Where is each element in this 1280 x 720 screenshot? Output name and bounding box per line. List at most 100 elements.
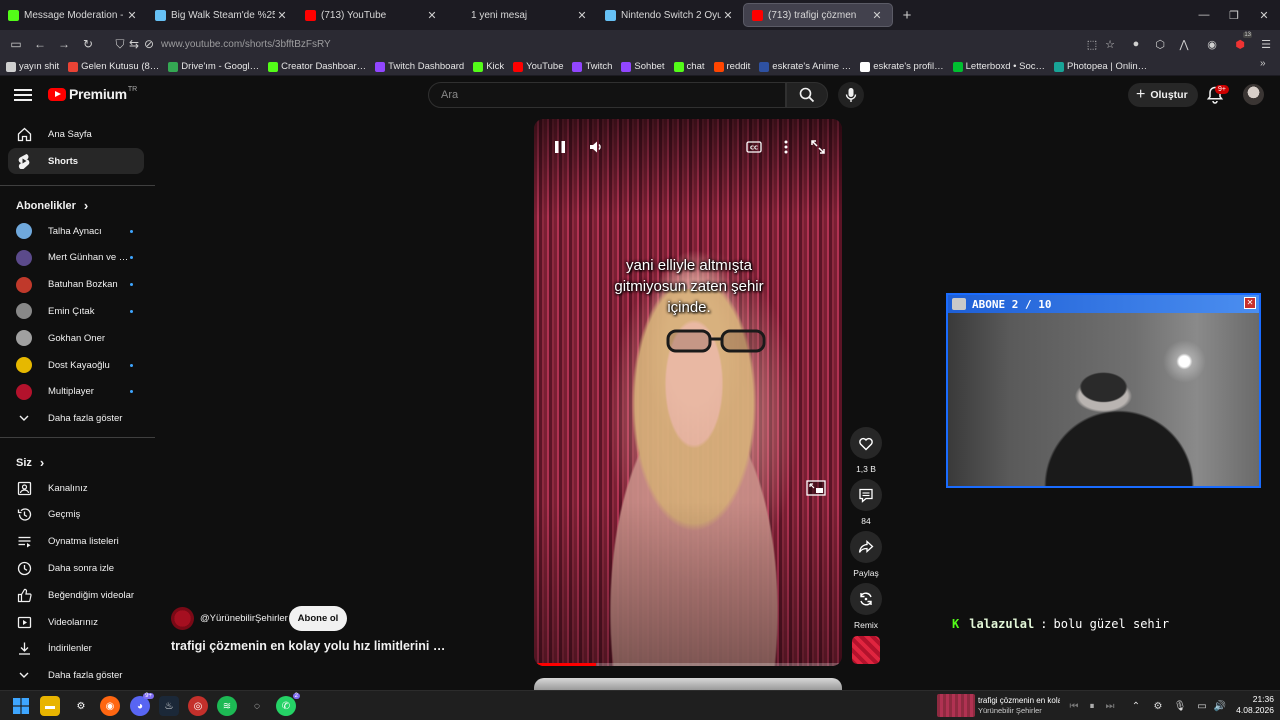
url-bar[interactable]: ⛉ ⇆ ⊘ www.youtube.com/shorts/3bfftBzFsRY: [105, 33, 1075, 55]
obs-icon[interactable]: ◎: [188, 696, 208, 716]
network-icon[interactable]: ▭: [1194, 698, 1210, 714]
kick-extension-icon[interactable]: ⋀: [1172, 32, 1196, 56]
tab-close-icon[interactable]: ✕: [125, 9, 139, 22]
menu-icon[interactable]: ☰: [1254, 32, 1278, 56]
channel-name[interactable]: @YürünebilirŞehirler: [200, 613, 288, 624]
spotify-icon[interactable]: ≋: [217, 696, 237, 716]
extension-icon[interactable]: ●: [1124, 32, 1148, 56]
browser-tab[interactable]: Nintendo Switch 2 Oyun ✕: [597, 0, 743, 30]
ublock-icon[interactable]: ⬢ 13: [1228, 32, 1252, 56]
share-button[interactable]: [850, 531, 882, 563]
maximize-button[interactable]: ❐: [1218, 0, 1250, 30]
channel-avatar[interactable]: [171, 607, 194, 630]
subscriptions-header[interactable]: Abonelikler ›: [16, 198, 88, 213]
remix-button[interactable]: [850, 583, 882, 615]
media-pause-icon[interactable]: ⏸: [1084, 698, 1100, 714]
bookmark-item[interactable]: eskrate's Anime …: [759, 61, 851, 72]
share-action[interactable]: Paylaş: [850, 531, 882, 578]
search-button[interactable]: [786, 82, 828, 108]
fullscreen-button[interactable]: [806, 135, 830, 159]
sidebar-item-channel[interactable]: Kanalınız: [8, 475, 144, 501]
volume-button[interactable]: [584, 135, 608, 159]
sidebar-item-shorts[interactable]: Shorts: [8, 148, 144, 174]
bookmark-item[interactable]: Twitch Dashboard: [375, 61, 464, 72]
bookmark-item[interactable]: Gelen Kutusu (8…: [68, 61, 159, 72]
profile-icon[interactable]: ◉: [1200, 32, 1224, 56]
menu-icon[interactable]: [14, 86, 32, 102]
discord-icon[interactable]: ◕ 9+: [130, 693, 154, 716]
sidebar-item-your-videos[interactable]: Videolarınız: [8, 609, 144, 635]
tab-close-icon[interactable]: ✕: [870, 9, 884, 22]
shorts-player[interactable]: yani elliyle altmışta gitmiyosun zaten ş…: [534, 119, 842, 666]
sidebar-subscription[interactable]: Mert Günhan ve …: [8, 245, 144, 271]
sidebar-item-history[interactable]: Geçmiş: [8, 502, 144, 528]
like-action[interactable]: 1,3 B: [850, 427, 882, 474]
show-more-you[interactable]: Daha fazla göster: [8, 662, 144, 688]
search-input[interactable]: Ara: [428, 82, 786, 108]
permissions-icon[interactable]: ⇆: [127, 32, 141, 56]
extensions-icon[interactable]: ⬡: [1148, 32, 1172, 56]
bookmark-item[interactable]: Creator Dashboar…: [268, 61, 366, 72]
back-icon[interactable]: ←: [28, 32, 52, 56]
shield-icon[interactable]: ⛉: [113, 32, 127, 56]
bookmark-star-icon[interactable]: ☆: [1098, 32, 1122, 56]
video-title[interactable]: trafigi çözmenin en kolay yolu hız limit…: [171, 639, 445, 653]
bookmark-item[interactable]: chat: [673, 61, 705, 72]
sound-thumbnail[interactable]: [852, 636, 880, 664]
sidebar-item-liked[interactable]: Beğendiğim videolar: [8, 582, 144, 608]
you-header[interactable]: Siz ›: [16, 455, 44, 470]
account-avatar[interactable]: [1243, 84, 1264, 105]
tab-close-icon[interactable]: ✕: [425, 9, 439, 22]
browser-tab[interactable]: Message Moderation - Ki ✕: [0, 0, 147, 30]
tab-close-icon[interactable]: ✕: [721, 9, 735, 22]
bookmark-item[interactable]: Photopea | Onlin…: [1054, 61, 1147, 72]
whatsapp-icon[interactable]: ✆ 2: [276, 693, 300, 716]
new-tab-button[interactable]: +: [893, 7, 921, 24]
bookmark-item[interactable]: eskrate's profil…: [860, 61, 944, 72]
browser-tab[interactable]: Big Walk Steam'de %25 İ ✕: [147, 0, 297, 30]
sidebar-item-playlists[interactable]: Oynatma listeleri: [8, 529, 144, 555]
sidebar-subscription[interactable]: Batuhan Bozkan: [8, 272, 144, 298]
sidebar-subscription[interactable]: Multiplayer: [8, 379, 144, 405]
sidebar-toggle-icon[interactable]: ▭: [4, 32, 28, 56]
firefox-icon[interactable]: ◉: [100, 696, 120, 716]
subscribe-button[interactable]: Abone ol: [289, 606, 347, 631]
bookmark-item[interactable]: yayın shit: [6, 61, 59, 72]
progress-bar[interactable]: [534, 663, 842, 666]
create-button[interactable]: + Oluştur: [1128, 83, 1198, 107]
show-more-subscriptions[interactable]: Daha fazla göster: [8, 405, 144, 431]
windows-start-icon[interactable]: [11, 696, 31, 716]
microphone-icon[interactable]: 🎙: [1172, 698, 1188, 714]
sidebar-item-home[interactable]: Ana Sayfa: [8, 121, 144, 147]
sidebar-item-watch-later[interactable]: Daha sonra izle: [8, 555, 144, 581]
remix-action[interactable]: Remix: [850, 583, 882, 630]
media-thumbnail[interactable]: [937, 694, 975, 717]
app-icon[interactable]: ◌: [247, 696, 267, 716]
sidebar-subscription[interactable]: Emin Çıtak: [8, 298, 144, 324]
pause-button[interactable]: [548, 135, 572, 159]
captions-button[interactable]: CC: [742, 135, 766, 159]
bookmark-item[interactable]: Twitch: [572, 61, 612, 72]
voice-search-button[interactable]: [838, 82, 864, 108]
youtube-logo[interactable]: Premium TR: [48, 86, 137, 102]
bookmark-item[interactable]: Letterboxd • Soc…: [952, 61, 1045, 72]
steam-icon[interactable]: ♨: [159, 696, 179, 716]
close-window-button[interactable]: ✕: [1248, 0, 1280, 30]
settings-icon[interactable]: ⚙: [71, 696, 91, 716]
sidebar-subscription[interactable]: Talha Aynacı: [8, 218, 144, 244]
bookmark-item[interactable]: reddit: [713, 61, 750, 72]
bookmark-item[interactable]: YouTube: [513, 61, 563, 72]
sidebar-subscription[interactable]: Gokhan Oner: [8, 325, 144, 351]
reload-icon[interactable]: ↻: [76, 32, 100, 56]
more-options-button[interactable]: [774, 135, 798, 159]
browser-tab[interactable]: (713) trafigi çözmen ✕: [743, 3, 893, 27]
tab-close-icon[interactable]: ✕: [575, 9, 589, 22]
browser-tab[interactable]: (713) YouTube ✕: [297, 0, 447, 30]
bookmark-item[interactable]: Sohbet: [621, 61, 665, 72]
browser-tab[interactable]: 1 yeni mesaj ✕: [447, 0, 597, 30]
next-track-icon[interactable]: ⏭: [1102, 698, 1118, 714]
tab-close-icon[interactable]: ✕: [275, 9, 289, 22]
bookmark-item[interactable]: Drive'ım - Googl…: [168, 61, 259, 72]
tray-app-icon[interactable]: ⚙: [1150, 698, 1166, 714]
sidebar-subscription[interactable]: Dost Kayaoğlu: [8, 352, 144, 378]
